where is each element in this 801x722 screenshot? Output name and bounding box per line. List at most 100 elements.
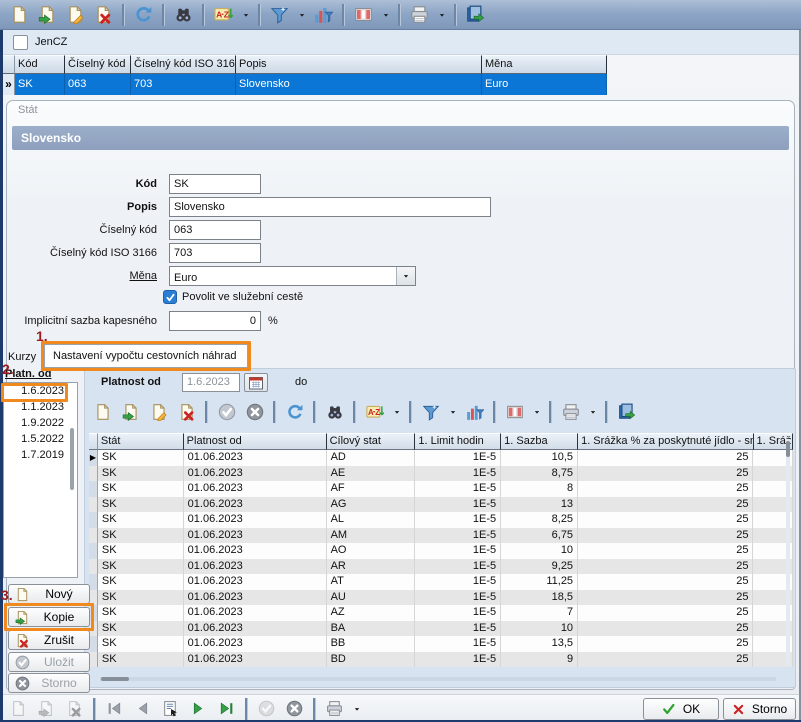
next-button[interactable] — [185, 696, 212, 722]
print-dropdown-button[interactable] — [585, 399, 600, 425]
ok-button[interactable]: OK — [643, 698, 719, 720]
column-header[interactable]: 1. Limit hodin — [415, 433, 501, 450]
print-dropdown-button[interactable] — [349, 696, 364, 722]
first-button[interactable] — [101, 696, 128, 722]
edit-button[interactable] — [62, 2, 89, 28]
export-button[interactable] — [613, 399, 640, 425]
refresh-button[interactable] — [281, 399, 308, 425]
filter-advanced-button[interactable] — [461, 399, 488, 425]
new-button[interactable] — [89, 399, 116, 425]
table-row[interactable]: SK01.06.2023AT1E-511,2525 — [89, 574, 793, 590]
copy-button[interactable] — [34, 2, 61, 28]
date-item[interactable]: 1.1.2023 — [4, 399, 77, 415]
record-list-button[interactable] — [157, 696, 184, 722]
sort-az-button[interactable]: AZ — [210, 2, 237, 28]
toolbar-separator — [342, 4, 345, 26]
table-row[interactable]: SK01.06.2023AU1E-518,525 — [89, 590, 793, 606]
columns-button[interactable] — [350, 2, 377, 28]
accept-button[interactable] — [213, 399, 240, 425]
print-button[interactable] — [406, 2, 433, 28]
allow-trip-checkbox[interactable] — [163, 290, 177, 304]
table-row[interactable]: SK01.06.2023AF1E-5825 — [89, 481, 793, 497]
column-header[interactable]: Cílový stat — [327, 433, 416, 450]
rates-hscroll-thumb[interactable] — [101, 677, 129, 681]
column-header[interactable]: Číselný kód — [65, 55, 131, 74]
table-row[interactable]: SK01.06.2023BB1E-513,525 — [89, 636, 793, 652]
iso-kod-input[interactable]: 703 — [169, 243, 261, 263]
sort-az-dropdown-button[interactable] — [389, 399, 404, 425]
table-cell: BB — [327, 636, 416, 652]
table-row[interactable]: SK01.06.2023BA1E-51025 — [89, 621, 793, 637]
table-cell: 1E-5 — [415, 652, 501, 668]
column-header[interactable]: 1. Srážka % za poskytnuté jídlo - snídan… — [578, 433, 753, 450]
columns-dropdown-button[interactable] — [529, 399, 544, 425]
ciselny-kod-input[interactable]: 063 — [169, 220, 261, 240]
calendar-button[interactable] — [244, 373, 268, 392]
print-button[interactable] — [557, 399, 584, 425]
search-button[interactable] — [321, 399, 348, 425]
print-button[interactable] — [321, 696, 348, 722]
copy-button[interactable] — [117, 399, 144, 425]
column-header[interactable]: Číselný kód ISO 3166 — [131, 55, 236, 74]
validity-from-input[interactable]: 1.6.2023 — [182, 373, 240, 392]
new-button[interactable] — [6, 2, 33, 28]
column-header[interactable]: Platnost od — [184, 433, 327, 450]
table-row[interactable]: SK01.06.2023AE1E-58,7525 — [89, 466, 793, 482]
table-row[interactable]: »SK063703SlovenskoEuro — [3, 74, 607, 95]
table-row[interactable]: SK01.06.2023BD1E-5925 — [89, 652, 793, 668]
toolbar-separator — [605, 401, 608, 423]
date-item selected[interactable]: 1.6.2023 — [4, 383, 77, 399]
table-row[interactable]: SK01.06.2023AZ1E-5725 — [89, 605, 793, 621]
export-button[interactable] — [462, 2, 489, 28]
page-new-icon — [15, 587, 30, 602]
rates-vscroll-thumb[interactable] — [786, 441, 790, 457]
filter-dropdown-button[interactable] — [445, 399, 460, 425]
pocket-rate-input[interactable]: 0 — [169, 311, 261, 331]
table-row[interactable]: SK01.06.2023AL1E-58,2525 — [89, 512, 793, 528]
nov--button[interactable]: Nový — [8, 584, 90, 604]
filter-button[interactable] — [417, 399, 444, 425]
table-row[interactable]: SK01.06.2023AO1E-51025 — [89, 543, 793, 559]
storno-button[interactable]: Storno — [723, 698, 796, 720]
zru-it-button[interactable]: Zrušit — [8, 630, 90, 650]
cancel-button[interactable] — [281, 696, 308, 722]
date-item[interactable]: 1.5.2022 — [4, 431, 77, 447]
column-header[interactable]: Popis — [236, 55, 482, 74]
jencz-checkbox[interactable] — [13, 35, 28, 50]
dates-scrollbar[interactable] — [70, 428, 74, 490]
table-row[interactable]: ▶SK01.06.2023AD1E-510,525 — [89, 450, 793, 466]
filter-dropdown-button[interactable] — [294, 2, 309, 28]
last-button[interactable] — [213, 696, 240, 722]
delete-button[interactable] — [90, 2, 117, 28]
kopie-button[interactable]: Kopie — [8, 607, 90, 627]
delete-button[interactable] — [173, 399, 200, 425]
column-header[interactable]: Měna — [482, 55, 607, 74]
popis-input[interactable]: Slovensko — [169, 197, 491, 217]
filter-button[interactable] — [266, 2, 293, 28]
column-header[interactable]: Stát — [98, 433, 184, 450]
column-header[interactable]: 1. Sazba — [501, 433, 578, 450]
filter-advanced-button[interactable] — [310, 2, 337, 28]
table-row[interactable]: SK01.06.2023AR1E-59,2525 — [89, 559, 793, 575]
print-dropdown-button[interactable] — [434, 2, 449, 28]
kod-input[interactable]: SK — [169, 174, 261, 194]
table-row[interactable]: SK01.06.2023AM1E-56,7525 — [89, 528, 793, 544]
prev-button[interactable] — [129, 696, 156, 722]
refresh-button[interactable] — [130, 2, 157, 28]
sort-az-button[interactable]: AZ — [361, 399, 388, 425]
date-item[interactable]: 1.7.2019 — [4, 447, 77, 463]
dropdown-button[interactable] — [396, 267, 415, 285]
nav-last-icon — [218, 700, 235, 717]
column-header[interactable]: Kód — [15, 55, 65, 74]
edit-button[interactable] — [145, 399, 172, 425]
date-item[interactable]: 1.9.2022 — [4, 415, 77, 431]
columns-button[interactable] — [501, 399, 528, 425]
sort-az-dropdown-button[interactable] — [238, 2, 253, 28]
mena-select[interactable]: Euro — [169, 266, 416, 286]
columns-dropdown-button[interactable] — [378, 2, 393, 28]
print-icon — [326, 700, 343, 717]
table-row[interactable]: SK01.06.2023AG1E-51325 — [89, 497, 793, 513]
search-button[interactable] — [170, 2, 197, 28]
cancel-button[interactable] — [241, 399, 268, 425]
tab-nastaveni[interactable]: Nastavení vypočtu cestovních náhrad — [44, 344, 248, 368]
